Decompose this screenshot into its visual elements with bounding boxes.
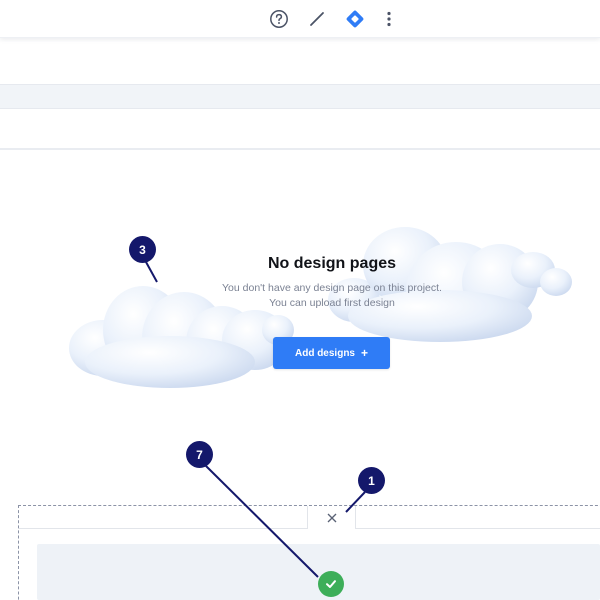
toolbar-band	[0, 84, 600, 109]
line-tool-button[interactable]	[304, 6, 330, 32]
line-tool-icon	[310, 12, 324, 26]
jira-icon	[346, 10, 364, 28]
empty-state-description: You don't have any design page on this p…	[222, 282, 442, 294]
annotation-marker-1: 1	[358, 467, 385, 494]
empty-state-title: No design pages	[267, 255, 397, 272]
annotation-marker-7: 7	[186, 441, 213, 468]
help-button[interactable]	[266, 6, 292, 32]
more-options-button[interactable]	[376, 6, 402, 32]
close-button[interactable]	[307, 506, 356, 529]
top-toolbar	[0, 0, 600, 38]
annotation-marker-3: 3	[129, 236, 156, 263]
plus-icon: +	[361, 346, 369, 360]
jira-button[interactable]	[342, 6, 368, 32]
more-vertical-icon	[387, 11, 391, 27]
help-icon	[270, 10, 288, 28]
content-panel	[37, 544, 600, 600]
success-check-icon	[318, 571, 344, 597]
close-icon	[327, 513, 336, 522]
section-divider	[0, 148, 600, 150]
add-designs-button[interactable]: Add designs +	[273, 337, 390, 369]
empty-state-subdescription: You can upload first design	[269, 297, 395, 309]
add-designs-label: Add designs	[294, 347, 355, 359]
